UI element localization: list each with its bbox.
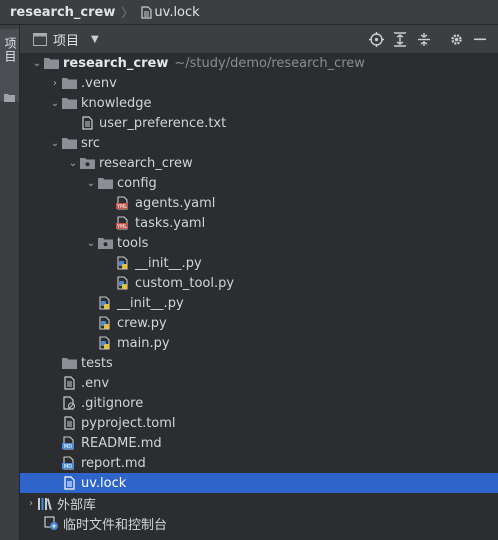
yaml-file-icon: YML	[115, 195, 131, 211]
tree-row-user-preference[interactable]: user_preference.txt	[20, 113, 498, 133]
project-view-header: 项目 ▼	[20, 25, 498, 54]
svg-text:YML: YML	[116, 204, 127, 210]
chevron-down-icon[interactable]: ⌄	[49, 133, 61, 153]
breadcrumb-separator-icon: 〉	[121, 5, 134, 20]
ignore-file-icon	[61, 395, 77, 411]
text-file-icon	[61, 415, 77, 431]
tree-row-pyproject[interactable]: pyproject.toml	[20, 413, 498, 433]
markdown-file-icon: MD	[61, 455, 77, 471]
tree-row-venv[interactable]: › .venv	[20, 73, 498, 93]
package-folder-icon	[97, 235, 113, 251]
text-file-icon	[61, 375, 77, 391]
tree-row-root[interactable]: ⌄ research_crew ~/study/demo/research_cr…	[20, 53, 498, 73]
folder-icon	[61, 95, 77, 111]
chevron-right-icon[interactable]: ›	[25, 493, 37, 513]
minimize-icon	[474, 38, 486, 40]
chevron-right-icon[interactable]: ›	[49, 73, 61, 93]
folder-icon	[61, 135, 77, 151]
folder-icon	[61, 75, 77, 91]
text-file-icon	[79, 115, 95, 131]
folder-icon	[4, 87, 15, 106]
project-view-icon	[33, 32, 47, 46]
python-file-icon	[97, 335, 113, 351]
python-file-icon	[97, 295, 113, 311]
breadcrumb-project[interactable]: research_crew	[10, 5, 115, 20]
tree-row-package-init[interactable]: __init__.py	[20, 293, 498, 313]
tree-row-readme[interactable]: MD README.md	[20, 433, 498, 453]
tree-row-tools[interactable]: ⌄ tools	[20, 233, 498, 253]
text-file-icon	[61, 475, 77, 491]
header-toolbar	[364, 25, 492, 53]
tree-row-main-py[interactable]: main.py	[20, 333, 498, 353]
tree-row-gitignore[interactable]: .gitignore	[20, 393, 498, 413]
collapse-all-icon	[418, 32, 430, 46]
project-stripe-label: 项目	[3, 37, 17, 63]
tree-row-uv-lock[interactable]: uv.lock	[20, 473, 498, 493]
chevron-down-icon[interactable]: ⌄	[49, 93, 61, 113]
python-file-icon	[97, 315, 113, 331]
scratches-icon	[43, 515, 59, 531]
tool-window-stripe: 项目	[0, 25, 20, 540]
svg-text:YML: YML	[116, 224, 127, 230]
project-tool-window: research_crew 〉 uv.lock 项目 项目 ▼ ⌄ resear…	[0, 0, 498, 540]
svg-text:MD: MD	[64, 444, 72, 450]
view-title[interactable]: 项目	[53, 30, 79, 49]
expand-all-icon	[394, 31, 406, 47]
tree-row-src[interactable]: ⌄ src	[20, 133, 498, 153]
tree-row-crew-py[interactable]: crew.py	[20, 313, 498, 333]
gear-icon	[450, 33, 462, 45]
breadcrumb-file[interactable]: uv.lock	[154, 5, 199, 20]
tree-row-tests[interactable]: tests	[20, 353, 498, 373]
tree-row-report[interactable]: MD report.md	[20, 453, 498, 473]
chevron-down-icon[interactable]: ⌄	[67, 153, 79, 173]
chevron-down-icon[interactable]: ⌄	[85, 173, 97, 193]
yaml-file-icon: YML	[115, 215, 131, 231]
folder-icon	[43, 55, 59, 71]
settings-button[interactable]	[444, 27, 468, 51]
tree-row-agents-yaml[interactable]: YML agents.yaml	[20, 193, 498, 213]
chevron-down-icon[interactable]: ▼	[91, 34, 99, 45]
breadcrumb: research_crew 〉 uv.lock	[0, 0, 498, 25]
expand-all-button[interactable]	[388, 27, 412, 51]
tree-row-tasks-yaml[interactable]: YML tasks.yaml	[20, 213, 498, 233]
locate-file-button[interactable]	[364, 27, 388, 51]
tree-row-config[interactable]: ⌄ config	[20, 173, 498, 193]
python-file-icon	[115, 255, 131, 271]
project-stripe-tab[interactable]: 项目	[0, 29, 19, 102]
tree-row-tools-init[interactable]: __init__.py	[20, 253, 498, 273]
chevron-down-icon[interactable]: ⌄	[85, 233, 97, 253]
tree-row-scratches[interactable]: 临时文件和控制台	[20, 513, 498, 533]
library-icon	[37, 495, 53, 511]
tree-row-package[interactable]: ⌄ research_crew	[20, 153, 498, 173]
folder-icon	[97, 175, 113, 191]
tree-row-external-libraries[interactable]: › 外部库	[20, 493, 498, 513]
file-icon	[141, 5, 152, 19]
folder-icon	[61, 355, 77, 371]
python-file-icon	[115, 275, 131, 291]
collapse-all-button[interactable]	[412, 27, 436, 51]
minimize-button[interactable]	[468, 27, 492, 51]
chevron-down-icon[interactable]: ⌄	[31, 53, 43, 73]
markdown-file-icon: MD	[61, 435, 77, 451]
tree-row-knowledge[interactable]: ⌄ knowledge	[20, 93, 498, 113]
crosshair-icon	[368, 31, 384, 47]
tree-row-custom-tool[interactable]: custom_tool.py	[20, 273, 498, 293]
tree-row-env[interactable]: .env	[20, 373, 498, 393]
package-folder-icon	[79, 155, 95, 171]
svg-text:MD: MD	[64, 464, 72, 470]
